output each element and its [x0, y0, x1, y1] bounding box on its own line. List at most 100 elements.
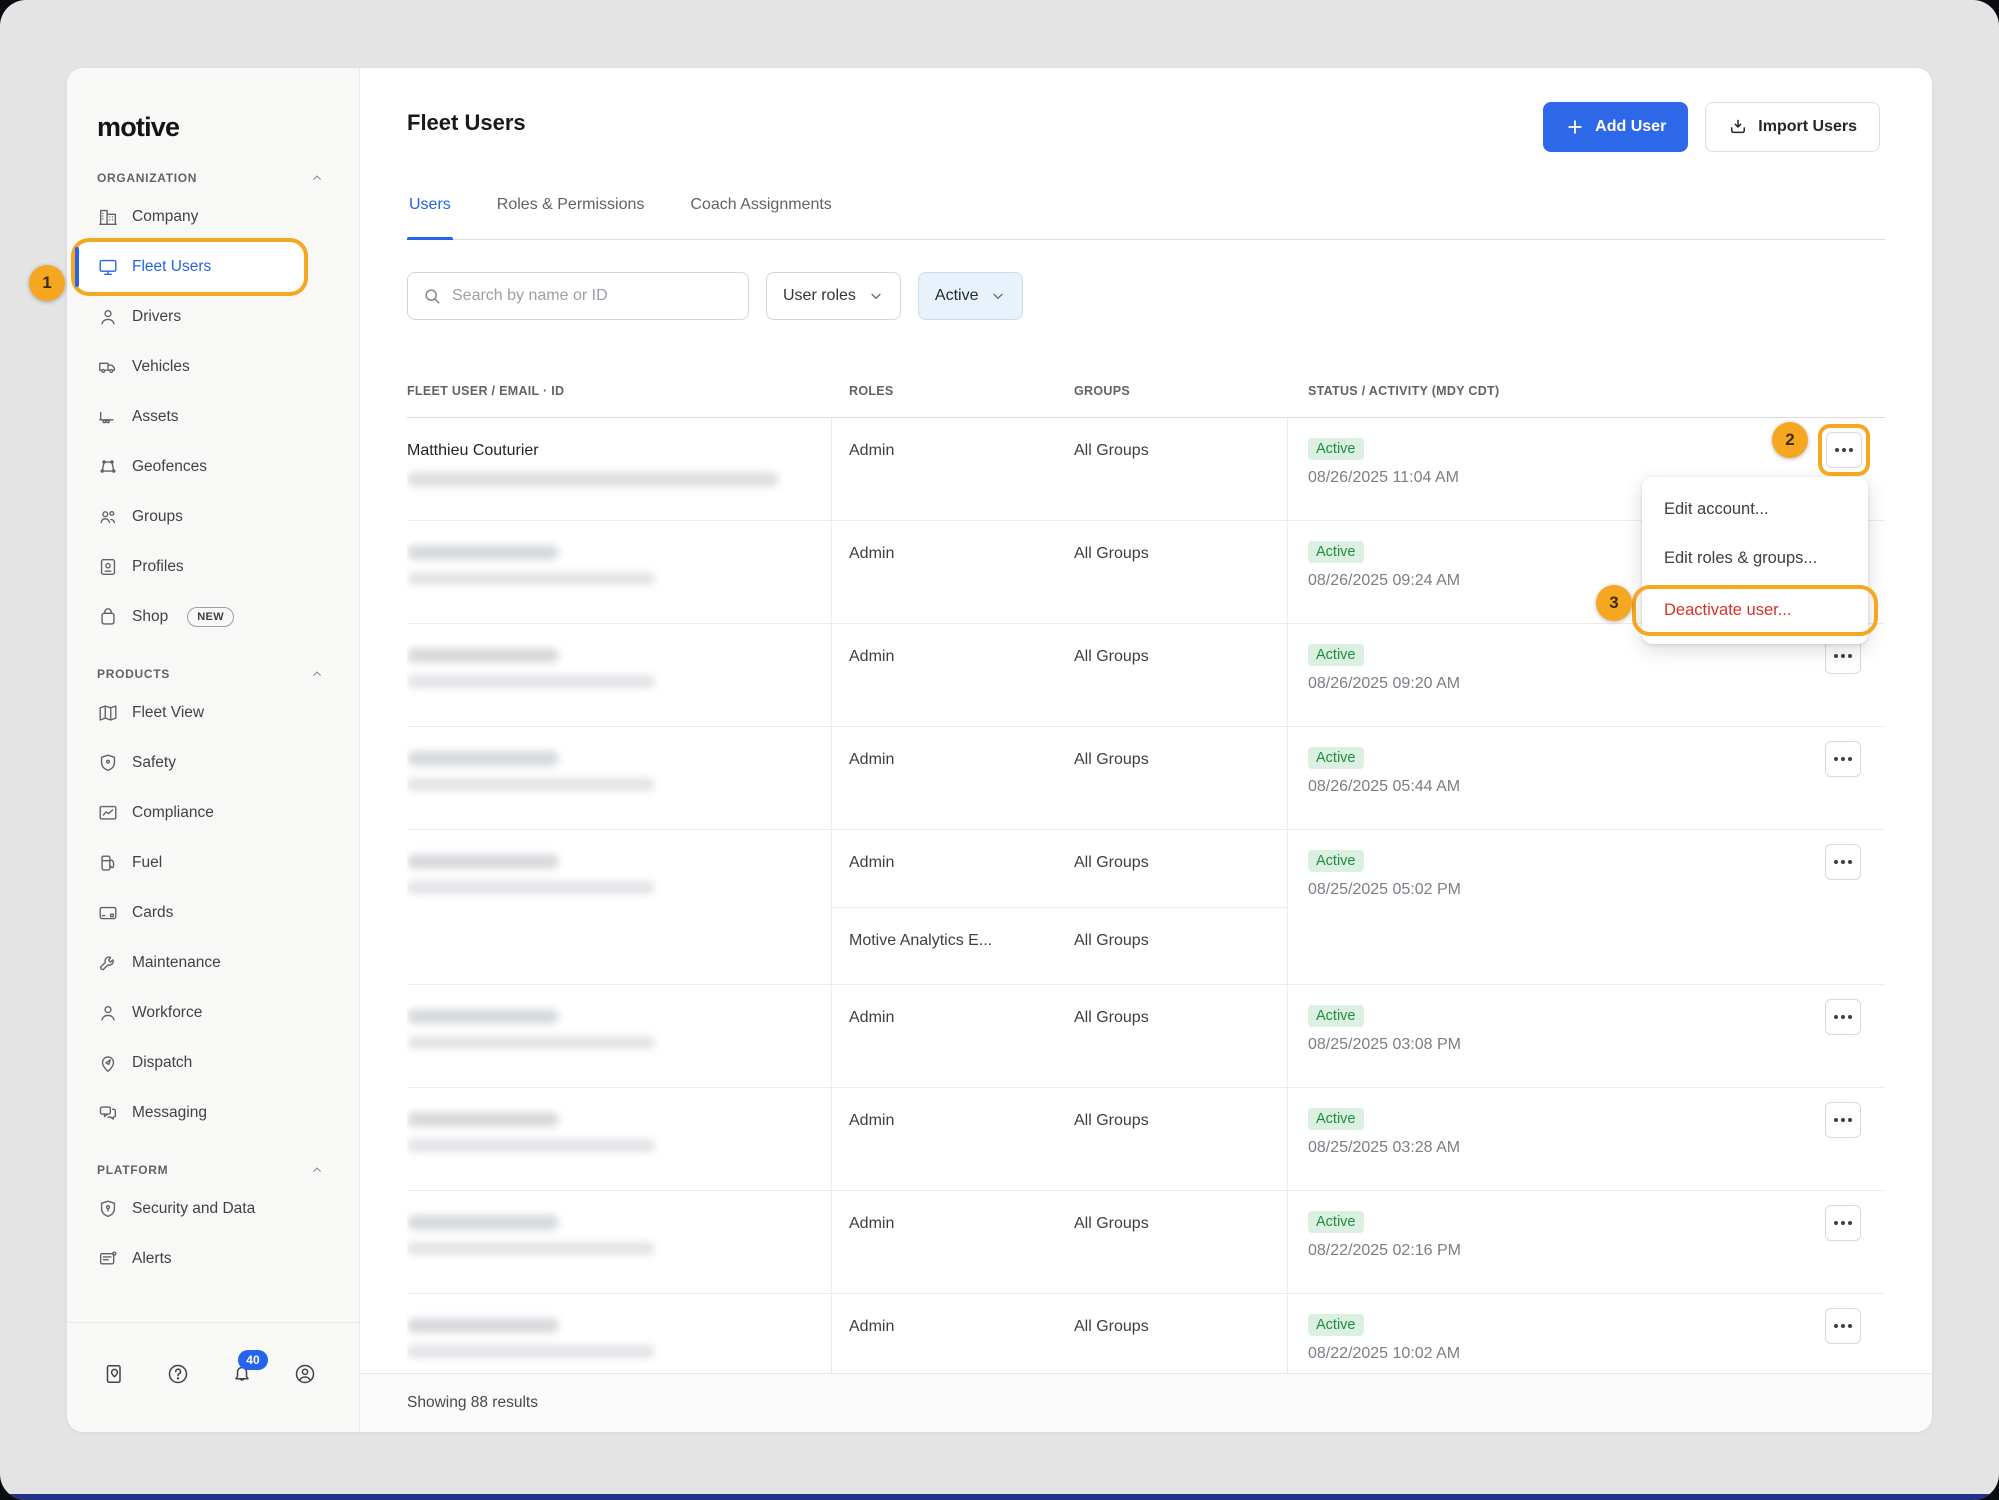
desktop-background: motive ORGANIZATION CompanyFleet UsersDri…: [0, 0, 1999, 1500]
status-badge: Active: [1308, 541, 1364, 563]
sidebar-item-label: Dispatch: [132, 1054, 192, 1072]
groups-value: All Groups: [1060, 624, 1288, 726]
table-row: AdminAll GroupsMotive Analytics E...All …: [407, 830, 1885, 985]
annotation-step-1: 1: [29, 265, 65, 301]
sidebar-section-header[interactable]: ORGANIZATION: [97, 170, 325, 186]
redacted-user-email: [407, 572, 655, 585]
row-actions-button[interactable]: [1825, 1308, 1861, 1344]
sidebar-item-label: Vehicles: [132, 358, 190, 376]
sidebar-item-fleet-users[interactable]: Fleet Users: [75, 242, 304, 292]
sidebar-item-shop[interactable]: ShopNEW: [67, 592, 359, 642]
user-cell: [407, 830, 832, 984]
row-actions-button[interactable]: [1826, 432, 1862, 468]
row-actions-button[interactable]: [1825, 1205, 1861, 1241]
role-value: Admin: [832, 830, 1060, 907]
sidebar-section-header[interactable]: PRODUCTS: [97, 666, 325, 682]
groups-value: All Groups: [1060, 521, 1288, 623]
sidebar-item-geofences[interactable]: Geofences: [67, 442, 359, 492]
motive-logo: motive: [97, 112, 359, 146]
sidebar-item-fleet-view[interactable]: Fleet View: [67, 688, 359, 738]
sidebar-item-label: Fuel: [132, 854, 162, 872]
chevron-up-icon: [309, 1162, 325, 1178]
bell-icon[interactable]: 40: [230, 1362, 254, 1386]
sidebar-item-vehicles[interactable]: Vehicles: [67, 342, 359, 392]
redacted-user-name: [407, 751, 559, 766]
tab-users[interactable]: Users: [407, 190, 453, 239]
user-roles-dropdown[interactable]: User roles: [766, 272, 901, 320]
compliance-icon: [97, 802, 119, 824]
table-row: AdminAll GroupsActive08/25/2025 03:08 PM: [407, 985, 1885, 1088]
user-cell: Matthieu Couturier: [407, 418, 832, 520]
search-input[interactable]: [452, 287, 734, 305]
redacted-user-name: [407, 1215, 559, 1230]
table-header-row: FLEET USER / EMAIL · ID ROLES GROUPS STA…: [407, 365, 1885, 418]
row-actions-button[interactable]: [1825, 741, 1861, 777]
sidebar-item-label: Cards: [132, 904, 173, 922]
fuel-icon: [97, 852, 119, 874]
column-header-user: FLEET USER / EMAIL · ID: [407, 384, 832, 398]
add-user-button[interactable]: Add User: [1543, 102, 1688, 152]
last-activity-timestamp: 08/25/2025 03:28 AM: [1308, 1139, 1885, 1157]
sidebar-item-alerts[interactable]: Alerts: [67, 1234, 359, 1284]
row-actions-button[interactable]: [1825, 1102, 1861, 1138]
guide-icon[interactable]: [103, 1362, 127, 1386]
role-value: Admin: [832, 1191, 1060, 1293]
groups-value: All Groups: [1060, 1191, 1288, 1293]
account-icon[interactable]: [293, 1362, 317, 1386]
sidebar-item-safety[interactable]: Safety: [67, 738, 359, 788]
sidebar-item-label: Compliance: [132, 804, 214, 822]
menu-item-edit-roles-groups[interactable]: Edit roles & groups...: [1642, 534, 1868, 583]
sidebar-item-workforce[interactable]: Workforce: [67, 988, 359, 1038]
help-icon[interactable]: [166, 1362, 190, 1386]
user-cell: [407, 521, 832, 623]
user-cell: [407, 985, 832, 1087]
sidebar-item-label: Maintenance: [132, 954, 221, 972]
row-actions-button[interactable]: [1825, 844, 1861, 880]
role-row: AdminAll Groups: [832, 624, 1288, 726]
table-row: AdminAll GroupsActive08/22/2025 02:16 PM: [407, 1191, 1885, 1294]
roles-groups-cell: AdminAll Groups: [832, 1088, 1288, 1190]
groups-value: All Groups: [1060, 1088, 1288, 1190]
sidebar-item-profiles[interactable]: Profiles: [67, 542, 359, 592]
roles-groups-cell: AdminAll Groups: [832, 1294, 1288, 1373]
security-icon: [97, 1198, 119, 1220]
tab-coach-assignments[interactable]: Coach Assignments: [688, 190, 833, 239]
sidebar-item-security-and-data[interactable]: Security and Data: [67, 1184, 359, 1234]
chevron-up-icon: [309, 170, 325, 186]
sidebar-item-label: Fleet View: [132, 704, 204, 722]
redacted-user-name: [407, 854, 559, 869]
status-filter-dropdown[interactable]: Active: [918, 272, 1024, 320]
menu-item-edit-account[interactable]: Edit account...: [1642, 485, 1868, 534]
search-box[interactable]: [407, 272, 749, 320]
groups-value: All Groups: [1060, 1294, 1288, 1373]
search-icon: [422, 286, 442, 306]
messaging-icon: [97, 1102, 119, 1124]
sidebar-item-cards[interactable]: Cards: [67, 888, 359, 938]
sidebar-item-label: Safety: [132, 754, 176, 772]
sidebar-item-messaging[interactable]: Messaging: [67, 1088, 359, 1138]
row-actions-button[interactable]: [1825, 999, 1861, 1035]
sidebar-item-fuel[interactable]: Fuel: [67, 838, 359, 888]
role-value: Admin: [832, 418, 1060, 520]
sidebar-item-drivers[interactable]: Drivers: [67, 292, 359, 342]
roles-groups-cell: AdminAll Groups: [832, 1191, 1288, 1293]
sidebar-item-compliance[interactable]: Compliance: [67, 788, 359, 838]
chevron-up-icon: [309, 666, 325, 682]
redacted-user-email: [407, 472, 779, 487]
menu-item-deactivate-user[interactable]: Deactivate user...: [1636, 589, 1874, 632]
sidebar-item-maintenance[interactable]: Maintenance: [67, 938, 359, 988]
status-cell: Active08/22/2025 02:16 PM: [1288, 1191, 1885, 1293]
sidebar-item-company[interactable]: Company: [67, 192, 359, 242]
tab-roles-permissions[interactable]: Roles & Permissions: [495, 190, 647, 239]
sidebar-item-groups[interactable]: Groups: [67, 492, 359, 542]
roles-groups-cell: AdminAll Groups: [832, 418, 1288, 520]
sidebar-item-dispatch[interactable]: Dispatch: [67, 1038, 359, 1088]
truck-icon: [97, 356, 119, 378]
sidebar-item-assets[interactable]: Assets: [67, 392, 359, 442]
import-users-button[interactable]: Import Users: [1705, 102, 1880, 152]
redacted-user-email: [407, 881, 655, 894]
filter-bar: User roles Active: [407, 272, 1885, 320]
sidebar-section-header[interactable]: PLATFORM: [97, 1162, 325, 1178]
sidebar-section-label: PRODUCTS: [97, 667, 170, 681]
redacted-user-name: [407, 1318, 559, 1333]
